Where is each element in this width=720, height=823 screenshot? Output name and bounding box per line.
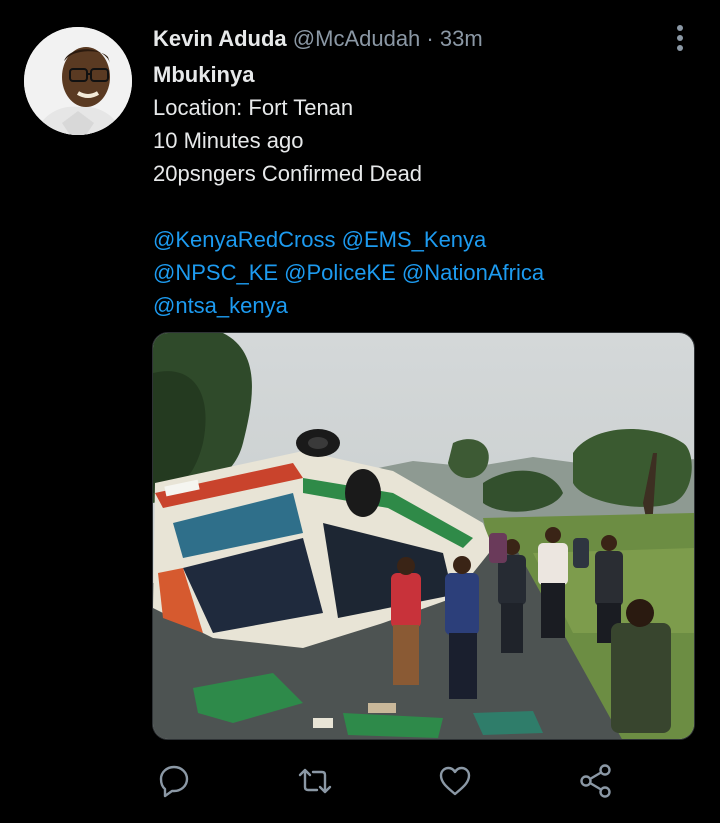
mentions-line-3: @ntsa_kenya [153, 289, 693, 322]
avatar[interactable] [24, 27, 132, 135]
mentions-line-1: @KenyaRedCross @EMS_Kenya [153, 223, 693, 256]
tweet-text: Mbukinya Location: Fort Tenan 10 Minutes… [153, 58, 693, 322]
tweet-actions [0, 762, 720, 800]
retweet-icon[interactable] [296, 762, 334, 800]
more-options-icon[interactable] [668, 24, 692, 52]
tweet[interactable]: Kevin Aduda @McAdudah · 33m Mbukinya Loc… [0, 0, 720, 823]
mention-link[interactable]: @PoliceKE [284, 260, 396, 285]
bus-accident-photo [153, 333, 694, 739]
author-name[interactable]: Kevin Aduda [153, 26, 287, 51]
mention-link[interactable]: @KenyaRedCross [153, 227, 336, 252]
tweet-line-location: Location: Fort Tenan [153, 95, 354, 120]
tweet-line-casualties: 20psngers Confirmed Dead [153, 161, 423, 186]
mentions-line-2: @NPSC_KE @PoliceKE @NationAfrica [153, 256, 693, 289]
mention-link[interactable]: @NationAfrica [402, 260, 544, 285]
tweet-line-time: 10 Minutes ago [153, 128, 304, 153]
tweet-header: Kevin Aduda @McAdudah · 33m [153, 24, 483, 54]
author-handle[interactable]: @McAdudah [293, 26, 421, 51]
share-icon[interactable] [577, 762, 615, 800]
reply-icon[interactable] [155, 762, 193, 800]
like-icon[interactable] [436, 762, 474, 800]
mention-link[interactable]: @EMS_Kenya [342, 227, 487, 252]
mention-link[interactable]: @ntsa_kenya [153, 293, 288, 318]
avatar-photo [24, 27, 132, 135]
tweet-timestamp[interactable]: 33m [440, 26, 483, 51]
separator-dot: · [426, 26, 434, 51]
tweet-line-title: Mbukinya [153, 62, 255, 87]
tweet-photo[interactable] [152, 332, 695, 740]
mention-link[interactable]: @NPSC_KE [153, 260, 278, 285]
